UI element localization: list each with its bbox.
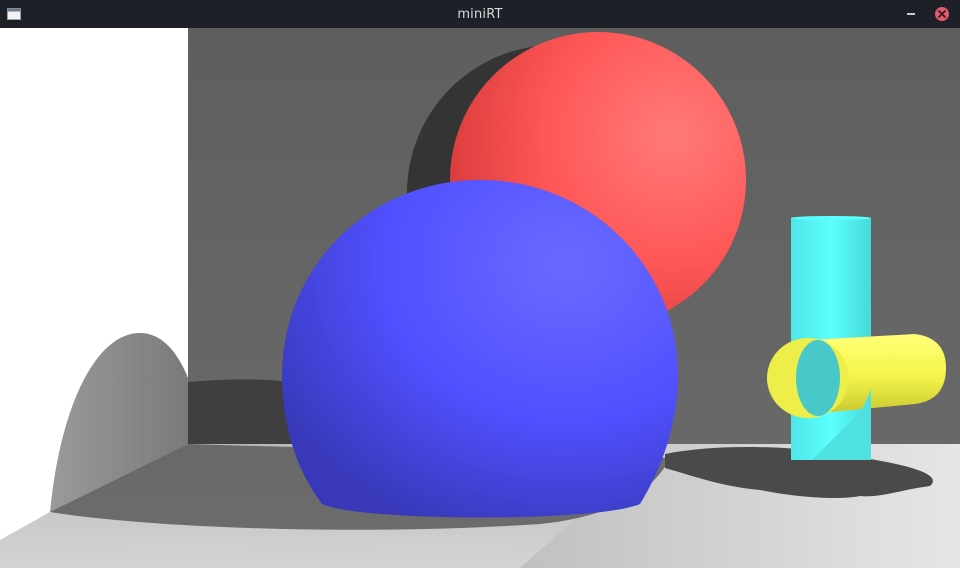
minimize-button[interactable] [904,7,918,21]
render-viewport [0,28,960,568]
close-button[interactable] [935,7,949,21]
minimize-icon [907,13,915,15]
cyan-cylinder-top [791,216,871,220]
title-bar[interactable]: miniRT [0,0,960,28]
window-title: miniRT [457,6,503,22]
close-icon [938,10,946,18]
app-window: miniRT [0,0,960,568]
yellow-cylinder-inner [796,340,840,416]
window-icon [7,8,21,20]
